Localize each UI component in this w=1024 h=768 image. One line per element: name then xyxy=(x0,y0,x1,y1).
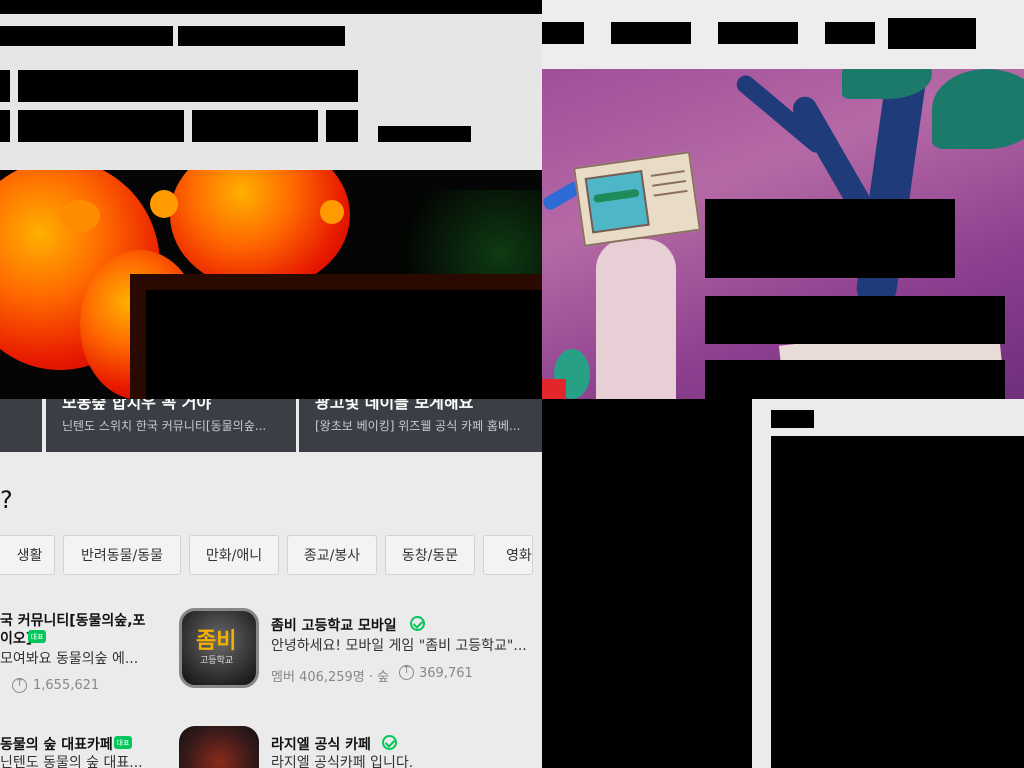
postcard-illustration xyxy=(573,151,701,247)
upvote-count: 369,761 xyxy=(419,666,473,681)
redacted-nav-item[interactable] xyxy=(825,22,875,44)
category-chip[interactable]: 만화/애니 xyxy=(189,535,279,575)
verified-icon xyxy=(410,616,425,631)
cafe-title[interactable]: 동물의 숲 대표카페 xyxy=(0,734,113,754)
redacted-content xyxy=(771,436,1024,768)
section-heading: ? xyxy=(0,486,13,514)
right-top-pane xyxy=(542,0,1024,399)
member-count: 멤버 406,259명 · 숲 xyxy=(271,670,390,685)
redacted-page-title xyxy=(18,70,358,102)
category-chip[interactable]: 종교/봉사 xyxy=(287,535,377,575)
redacted-nav-item[interactable] xyxy=(542,22,584,44)
card-strip: 모동숲 합치우 꼭 거야 닌텐도 스위치 한국 커뮤니티[동물의숲... 광고및… xyxy=(0,399,542,453)
cafe-thumbnail[interactable]: 좀비 고등학교 xyxy=(179,608,259,688)
virus-spike xyxy=(150,190,178,218)
redacted-subtitle xyxy=(705,296,1005,344)
card-title: 모동숲 합치우 꼭 거야 xyxy=(62,399,212,412)
card-title: 광고및 데이블 보게해요 xyxy=(315,399,474,412)
category-chip[interactable]: 반려동물/동물 xyxy=(63,535,181,575)
virus-spike xyxy=(60,200,100,232)
redacted-headline xyxy=(705,199,955,278)
category-chip[interactable]: 생활 xyxy=(0,535,55,575)
chip-fade xyxy=(533,535,542,575)
card-desc: [왕초보 베이킹] 위즈웰 공식 카페 홈베... xyxy=(315,419,521,433)
official-badge: 대표 xyxy=(114,736,132,749)
verified-icon xyxy=(382,735,397,750)
card-desc: 닌텐도 스위치 한국 커뮤니티[동물의숲... xyxy=(62,419,267,433)
virus-illustration xyxy=(170,170,350,290)
category-chip[interactable]: 동창/동문 xyxy=(385,535,475,575)
redacted-link[interactable] xyxy=(378,126,471,142)
header xyxy=(0,14,542,170)
redacted-nav-item[interactable] xyxy=(718,22,798,44)
cafe-desc: 닌텐도 동물의 숲 대표... xyxy=(0,755,143,768)
cafe-title[interactable]: 좀비 고등학교 모바일 xyxy=(271,615,397,635)
redacted-nav-1[interactable] xyxy=(0,26,173,46)
redacted-cta[interactable] xyxy=(705,360,1005,399)
thumb-logo-text: 좀비 xyxy=(196,629,237,654)
redacted-tab-3[interactable] xyxy=(326,110,358,142)
upvote-icon xyxy=(12,676,27,693)
leaf xyxy=(932,69,1024,149)
cafe-card-1[interactable]: 모동숲 합치우 꼭 거야 닌텐도 스위치 한국 커뮤니티[동물의숲... xyxy=(46,399,296,452)
hero-banner-left[interactable] xyxy=(0,170,542,399)
redacted-tab-1[interactable] xyxy=(18,110,184,142)
thumb-logo-sub: 고등학교 xyxy=(200,656,234,666)
redacted-title-edge xyxy=(0,70,10,102)
postcard-line xyxy=(652,180,687,187)
cafe-title[interactable]: 라지엘 공식 카페 xyxy=(271,734,371,754)
category-chip[interactable]: 영화 xyxy=(483,535,533,575)
redacted-tab-edge[interactable] xyxy=(0,110,10,142)
cafe-thumbnail[interactable] xyxy=(179,726,259,768)
red-object xyxy=(542,379,566,399)
upvote-count: 1,655,621 xyxy=(33,678,100,693)
redacted-top-band xyxy=(0,0,542,14)
cafe-desc: 안녕하세요! 모바일 게임 "좀비 고등학교"... xyxy=(271,638,527,654)
redacted-hero-caption xyxy=(146,290,542,399)
cafe-card-2[interactable]: 광고및 데이블 보게해요 [왕초보 베이킹] 위즈웰 공식 카페 홈베... xyxy=(299,399,542,452)
redacted-label xyxy=(771,410,814,428)
upvote-icon xyxy=(399,663,414,680)
redacted-tab-2[interactable] xyxy=(192,110,318,142)
cafe-desc: 모여봐요 동물의숲 에... xyxy=(0,651,139,667)
redacted-nav-button[interactable] xyxy=(888,18,976,49)
card-partial[interactable] xyxy=(0,399,42,452)
hero-illustration[interactable] xyxy=(542,69,1024,399)
postcard-line xyxy=(650,170,685,177)
virus-spike xyxy=(320,200,344,224)
redacted-nav-item[interactable] xyxy=(611,22,691,44)
postcard-line xyxy=(653,189,688,197)
cafe-desc: 라지엘 공식카페 입니다. xyxy=(271,755,414,768)
cafe-title[interactable]: 국 커뮤니티[동물의숲,포 xyxy=(0,610,145,630)
right-bottom-panel xyxy=(752,399,1024,768)
redacted-nav-2[interactable] xyxy=(178,26,345,46)
left-pane: 모동숲 합치우 꼭 거야 닌텐도 스위치 한국 커뮤니티[동물의숲... 광고및… xyxy=(0,0,542,768)
chair xyxy=(596,239,676,399)
official-badge: 대표 xyxy=(28,630,46,643)
